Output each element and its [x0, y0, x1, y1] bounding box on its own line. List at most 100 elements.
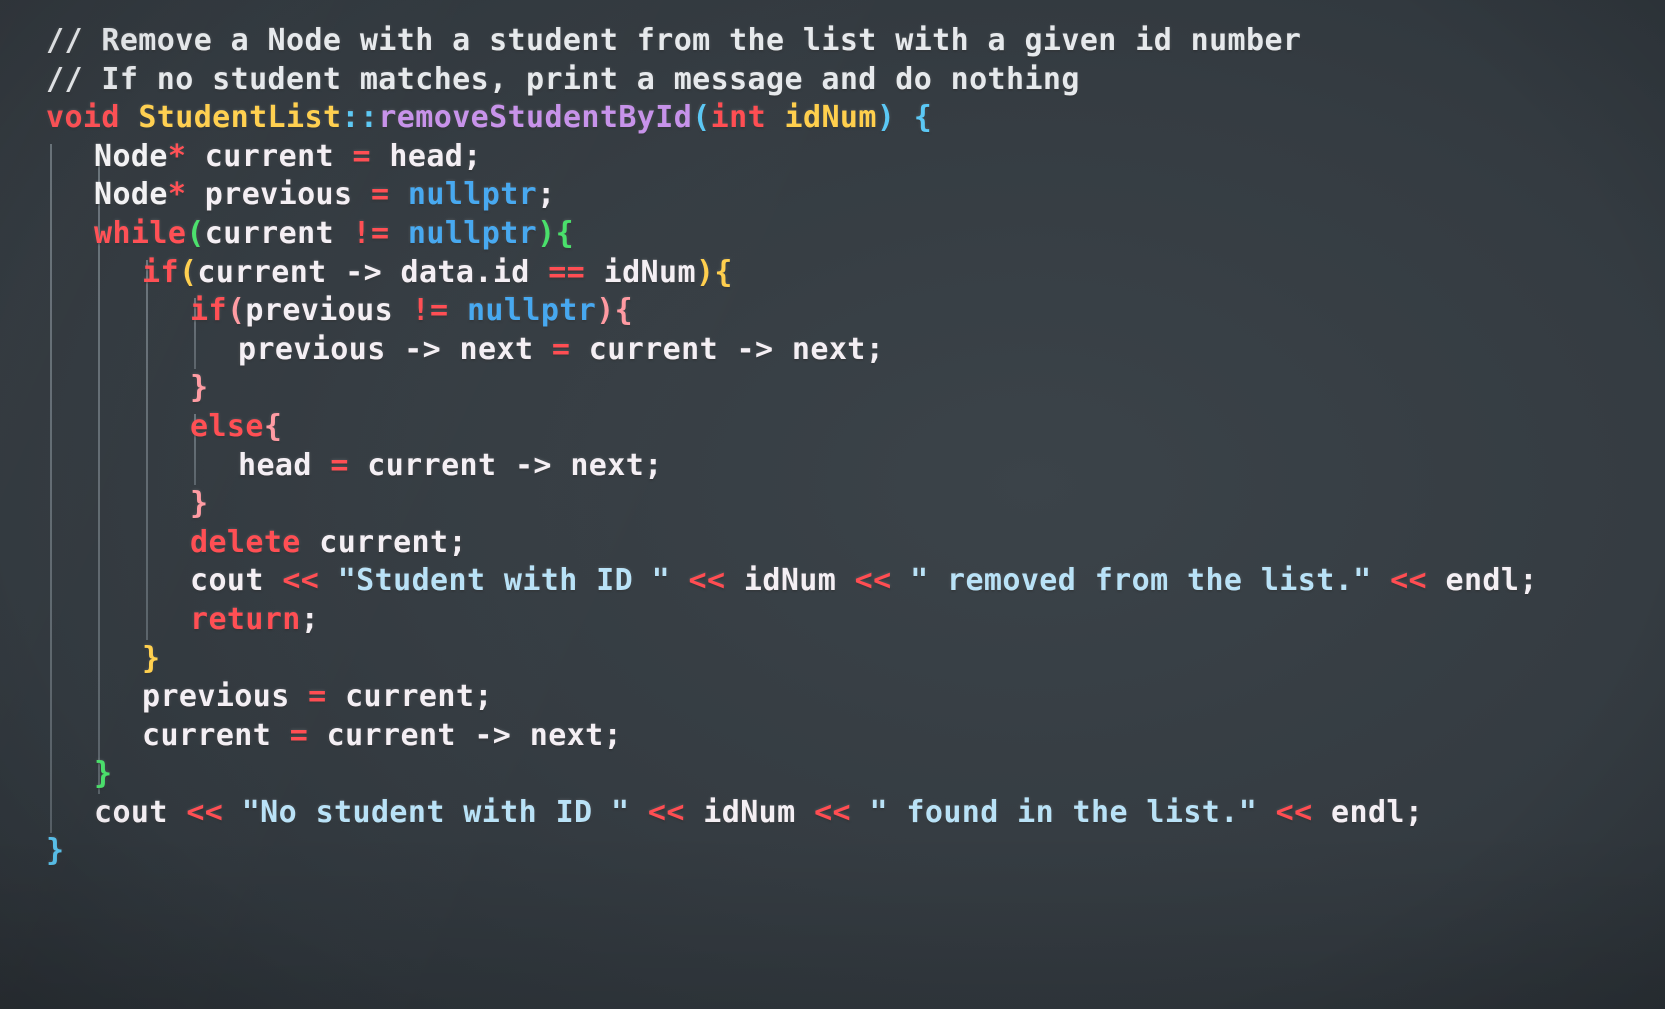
code-token-pyel: }: [142, 640, 161, 676]
code-token-pblue: {: [913, 100, 933, 136]
code-token-op: <<: [186, 794, 224, 830]
code-token-pblue: }: [46, 833, 65, 869]
code-token-pblue: ): [876, 100, 896, 136]
code-token-var: current: [300, 524, 449, 560]
code-token-var: previous: [238, 331, 405, 367]
code-line[interactable]: previous -> next = current -> next;: [0, 331, 1665, 370]
code-token-var: [629, 795, 647, 830]
code-token-scope: ::: [341, 100, 379, 136]
code-line[interactable]: void StudentList::removeStudentById(int …: [0, 99, 1665, 138]
code-token-str: " removed from the list.": [910, 563, 1372, 599]
code-line[interactable]: previous = current;: [0, 678, 1665, 717]
code-token-var: cout: [94, 794, 187, 830]
code-token-punc: ;: [603, 717, 623, 753]
code-token-var: next: [441, 331, 552, 367]
code-token-var: endl: [1312, 794, 1405, 830]
code-block[interactable]: // Remove a Node with a student from the…: [0, 0, 1665, 871]
code-token-punc: ->: [736, 331, 774, 367]
code-line[interactable]: cout << "Student with ID " << idNum << "…: [0, 562, 1665, 601]
code-token-var: data: [382, 254, 475, 290]
code-line[interactable]: current = current -> next;: [0, 717, 1665, 756]
code-line[interactable]: delete current;: [0, 524, 1665, 563]
code-token-var: [449, 293, 467, 328]
code-line-partial: [0, 993, 1665, 1009]
code-token-op: =: [551, 331, 571, 367]
code-token-var: [892, 563, 910, 598]
code-token-op: ==: [548, 254, 586, 290]
code-editor-screen: // Remove a Node with a student from the…: [0, 0, 1665, 1009]
code-token-punc: ;: [537, 177, 556, 213]
code-token-var: current: [142, 717, 290, 753]
code-token-ppink: (: [226, 293, 246, 329]
code-token-op: =: [308, 679, 327, 715]
code-token-type: Node: [94, 177, 168, 213]
code-token-kw: if: [190, 293, 227, 329]
code-line[interactable]: }: [0, 755, 1665, 794]
code-token-punc: ->: [404, 331, 442, 367]
code-token-kw: delete: [190, 524, 301, 560]
code-line[interactable]: // If no student matches, print a messag…: [0, 61, 1665, 100]
code-token-pgreen: ): [537, 215, 556, 251]
code-token-var: current: [570, 331, 737, 367]
code-line[interactable]: }: [0, 369, 1665, 408]
code-line[interactable]: }: [0, 485, 1665, 524]
code-token-var: head: [370, 138, 464, 174]
code-token-op: <<: [1275, 794, 1313, 830]
code-token-pgreen: (: [186, 215, 205, 251]
code-token-op: <<: [1390, 563, 1428, 599]
code-token-punc: ->: [345, 254, 383, 290]
code-token-var: current: [348, 447, 515, 483]
code-token-var: current: [186, 138, 353, 174]
code-token-var: endl: [1427, 563, 1520, 599]
code-token-pgreen: {: [555, 215, 575, 251]
code-token-var: head: [238, 447, 331, 483]
code-line[interactable]: head = current -> next;: [0, 447, 1665, 486]
code-token-var: next: [551, 447, 645, 483]
code-token-var: next: [773, 331, 866, 367]
code-token-var: current: [197, 254, 346, 290]
code-token-pyel: {: [714, 254, 733, 290]
code-line[interactable]: if(previous != nullptr){: [0, 292, 1665, 331]
code-token-var: [319, 563, 337, 598]
code-line[interactable]: else{: [0, 408, 1665, 447]
code-token-kw: while: [94, 215, 187, 251]
code-token-var: current: [326, 679, 475, 715]
code-token-punc: .: [474, 254, 493, 290]
code-line[interactable]: Node* previous = nullptr;: [0, 176, 1665, 215]
code-token-var: idNum: [684, 794, 815, 830]
code-token-punc: ;: [448, 524, 467, 560]
code-line[interactable]: return;: [0, 601, 1665, 640]
code-line[interactable]: }: [0, 832, 1665, 871]
code-line[interactable]: while(current != nullptr){: [0, 215, 1665, 254]
code-token-punc: ;: [644, 447, 663, 483]
code-token-var: [895, 100, 913, 135]
code-token-var: [851, 795, 869, 830]
code-token-pyel: ): [695, 254, 715, 290]
code-token-str: "No student with ID ": [241, 794, 630, 830]
code-token-nul: nullptr: [407, 177, 538, 213]
code-token-kw: if: [142, 254, 179, 290]
code-token-var: [120, 100, 138, 135]
code-token-var: idNum: [585, 254, 696, 290]
code-token-ppink: {: [263, 408, 283, 444]
code-line[interactable]: // Remove a Node with a student from the…: [0, 22, 1665, 61]
code-token-op: =: [370, 177, 390, 213]
code-token-kw: void: [46, 100, 120, 136]
code-token-ppink: {: [614, 293, 634, 329]
code-token-punc: ->: [474, 717, 512, 753]
code-token-var: id: [492, 254, 549, 290]
code-token-nul: nullptr: [407, 215, 538, 251]
code-line[interactable]: cout << "No student with ID " << idNum <…: [0, 794, 1665, 833]
code-token-var: [389, 216, 407, 251]
code-token-ppink: }: [190, 486, 209, 522]
code-line[interactable]: if(current -> data.id == idNum){: [0, 254, 1665, 293]
code-token-var: cout: [190, 563, 283, 599]
code-token-kw: return: [190, 601, 301, 637]
code-token-var: previous: [245, 293, 412, 329]
code-line[interactable]: }: [0, 640, 1665, 679]
code-token-var: next: [511, 717, 604, 753]
code-line[interactable]: Node* current = head;: [0, 138, 1665, 177]
code-token-punc: ;: [1519, 563, 1538, 599]
code-token-var: idNum: [725, 563, 855, 599]
code-token-cmt: // If no student matches, print a messag…: [46, 61, 1080, 97]
